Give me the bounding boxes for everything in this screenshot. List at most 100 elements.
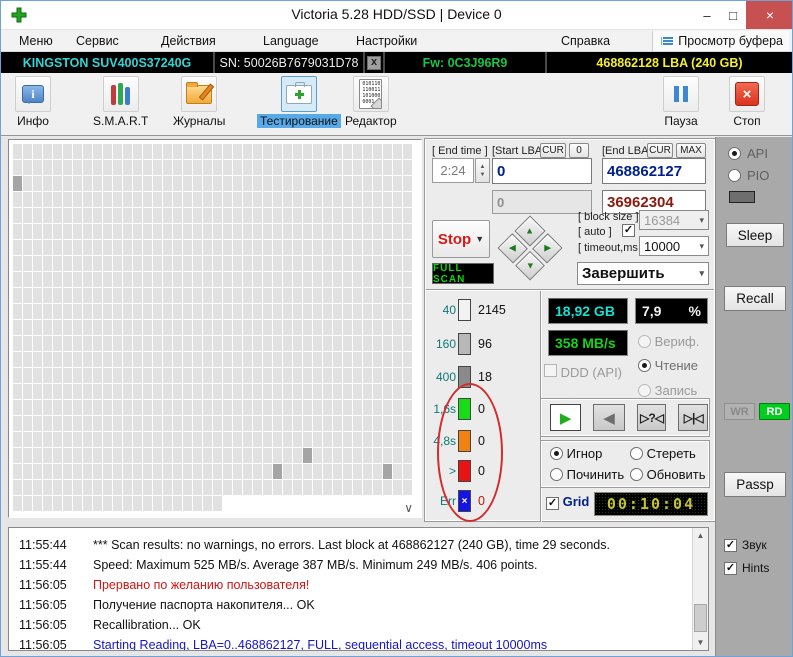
scan-block: [13, 144, 22, 159]
log-panel: ▲ ▼ 11:55:44*** Scan results: no warning…: [8, 527, 709, 651]
toolbar-stop-button[interactable]: × Стоп: [729, 76, 765, 128]
scan-block: [13, 400, 22, 415]
passp-button[interactable]: Passp: [724, 472, 786, 497]
spinner-up-icon[interactable]: ▲: [480, 163, 486, 171]
auto-checkbox[interactable]: ✓: [622, 224, 635, 237]
scan-block: [123, 144, 132, 159]
grid-checkbox-row[interactable]: ✓ Grid: [546, 494, 589, 510]
refresh-radio[interactable]: Обновить: [630, 467, 706, 482]
menu-language[interactable]: Language: [263, 34, 319, 48]
scan-block: [113, 416, 122, 431]
hints-checkbox-row[interactable]: ✓Hints: [724, 561, 769, 575]
menu-menu[interactable]: Меню: [19, 34, 53, 48]
rd-button[interactable]: RD: [759, 403, 790, 420]
pio-radio[interactable]: PIO: [728, 168, 769, 183]
scan-block: [233, 160, 242, 175]
sound-checkbox[interactable]: ✓: [724, 539, 737, 552]
scan-block: [183, 288, 192, 303]
toolbar-info-button[interactable]: i Инфо: [15, 76, 51, 128]
timeout-select[interactable]: 10000 ▾: [639, 236, 709, 256]
drive-close-button[interactable]: x: [367, 56, 381, 70]
scan-block: [343, 384, 352, 399]
buffer-view-button[interactable]: Просмотр буфера: [652, 31, 789, 51]
grid-scroll-down-icon[interactable]: ∨: [404, 501, 413, 515]
menu-settings[interactable]: Настройки: [356, 34, 417, 48]
toolbar-pause-button[interactable]: Пауза: [663, 76, 699, 128]
ignore-radio[interactable]: Игнор: [550, 446, 602, 461]
scan-block: [313, 192, 322, 207]
play-button[interactable]: ▶: [550, 404, 581, 431]
wr-button[interactable]: WR: [724, 403, 755, 420]
verify-radio[interactable]: Вериф.: [638, 334, 699, 349]
seek-question-button[interactable]: ▷?◁: [637, 404, 667, 431]
minimize-button[interactable]: –: [694, 1, 720, 29]
scan-block: [223, 368, 232, 383]
end-time-spinner[interactable]: ▲ ▼: [475, 158, 490, 183]
scan-block: [343, 448, 352, 463]
seek-bar-button[interactable]: ▷|◁: [678, 404, 708, 431]
sleep-button[interactable]: Sleep: [726, 223, 784, 247]
scan-block: [223, 240, 232, 255]
scan-block: [103, 256, 112, 271]
scan-block: [323, 144, 332, 159]
scan-block: [233, 480, 242, 495]
speed-stat-row: 40018: [426, 366, 540, 390]
toolbar-journals-button[interactable]: Журналы: [173, 76, 225, 128]
scan-block: [333, 384, 342, 399]
erase-radio[interactable]: Стереть: [630, 446, 696, 461]
scan-block: [403, 480, 412, 495]
spinner-down-icon[interactable]: ▼: [480, 171, 486, 179]
back-button[interactable]: ◀: [593, 404, 624, 431]
play-icon: ▶: [560, 409, 572, 427]
hints-checkbox[interactable]: ✓: [724, 562, 737, 575]
scan-block: [153, 496, 162, 511]
scan-block: [273, 272, 282, 287]
start-cur-button[interactable]: CUR: [540, 143, 566, 158]
scan-block: [223, 224, 232, 239]
toolbar-testing-button[interactable]: Тестирование: [257, 76, 341, 128]
read-label: Чтение: [655, 358, 698, 373]
scan-block: [313, 448, 322, 463]
menu-actions[interactable]: Действия: [161, 34, 216, 48]
toolbar-smart-button[interactable]: S.M.A.R.T: [93, 76, 148, 128]
maximize-button[interactable]: □: [720, 1, 746, 29]
end-lba-input[interactable]: 468862127: [602, 158, 706, 184]
completion-action-select[interactable]: Завершить ▾: [577, 262, 709, 285]
close-button[interactable]: ×: [746, 1, 793, 29]
menu-help[interactable]: Справка: [561, 34, 610, 48]
end-cur-button[interactable]: CUR: [647, 143, 673, 158]
start-lba-input[interactable]: 0: [492, 158, 592, 184]
scan-block: [213, 208, 222, 223]
scan-block: [343, 272, 352, 287]
scan-block: [53, 272, 62, 287]
log-entry: 11:56:05Starting Reading, LBA=0..4688621…: [9, 635, 708, 651]
read-radio[interactable]: Чтение: [638, 358, 698, 373]
scan-block: [383, 336, 392, 351]
write-radio[interactable]: Запись: [638, 383, 697, 398]
ddd-checkbox-row[interactable]: DDD (API): [544, 364, 622, 380]
repair-radio[interactable]: Починить: [550, 467, 624, 482]
toolbar-editor-button[interactable]: 010110 110011 101000 0001 Редактор: [345, 76, 397, 128]
scan-block: [353, 176, 362, 191]
scan-block: [93, 384, 102, 399]
grid-label: Grid: [563, 494, 590, 509]
sound-checkbox-row[interactable]: ✓Звук: [724, 538, 767, 552]
log-message: Starting Reading, LBA=0..468862127, FULL…: [93, 638, 547, 651]
end-max-button[interactable]: MAX: [676, 143, 706, 158]
api-radio[interactable]: API: [728, 146, 768, 161]
scan-block-map[interactable]: ∨: [8, 139, 422, 518]
scan-block: [283, 240, 292, 255]
recall-button[interactable]: Recall: [724, 286, 786, 311]
scan-block: [153, 320, 162, 335]
scan-block: [193, 464, 202, 479]
start-zero-button[interactable]: 0: [569, 143, 589, 158]
scan-block: [343, 464, 352, 479]
scan-block: [93, 288, 102, 303]
first-aid-icon: [286, 85, 312, 104]
scan-stop-dropdown[interactable]: Stop ▼: [432, 220, 490, 258]
scan-block: [373, 352, 382, 367]
grid-checkbox[interactable]: ✓: [546, 497, 559, 510]
scan-block: [243, 224, 252, 239]
menu-service[interactable]: Сервис: [76, 34, 119, 48]
scan-block: [33, 176, 42, 191]
